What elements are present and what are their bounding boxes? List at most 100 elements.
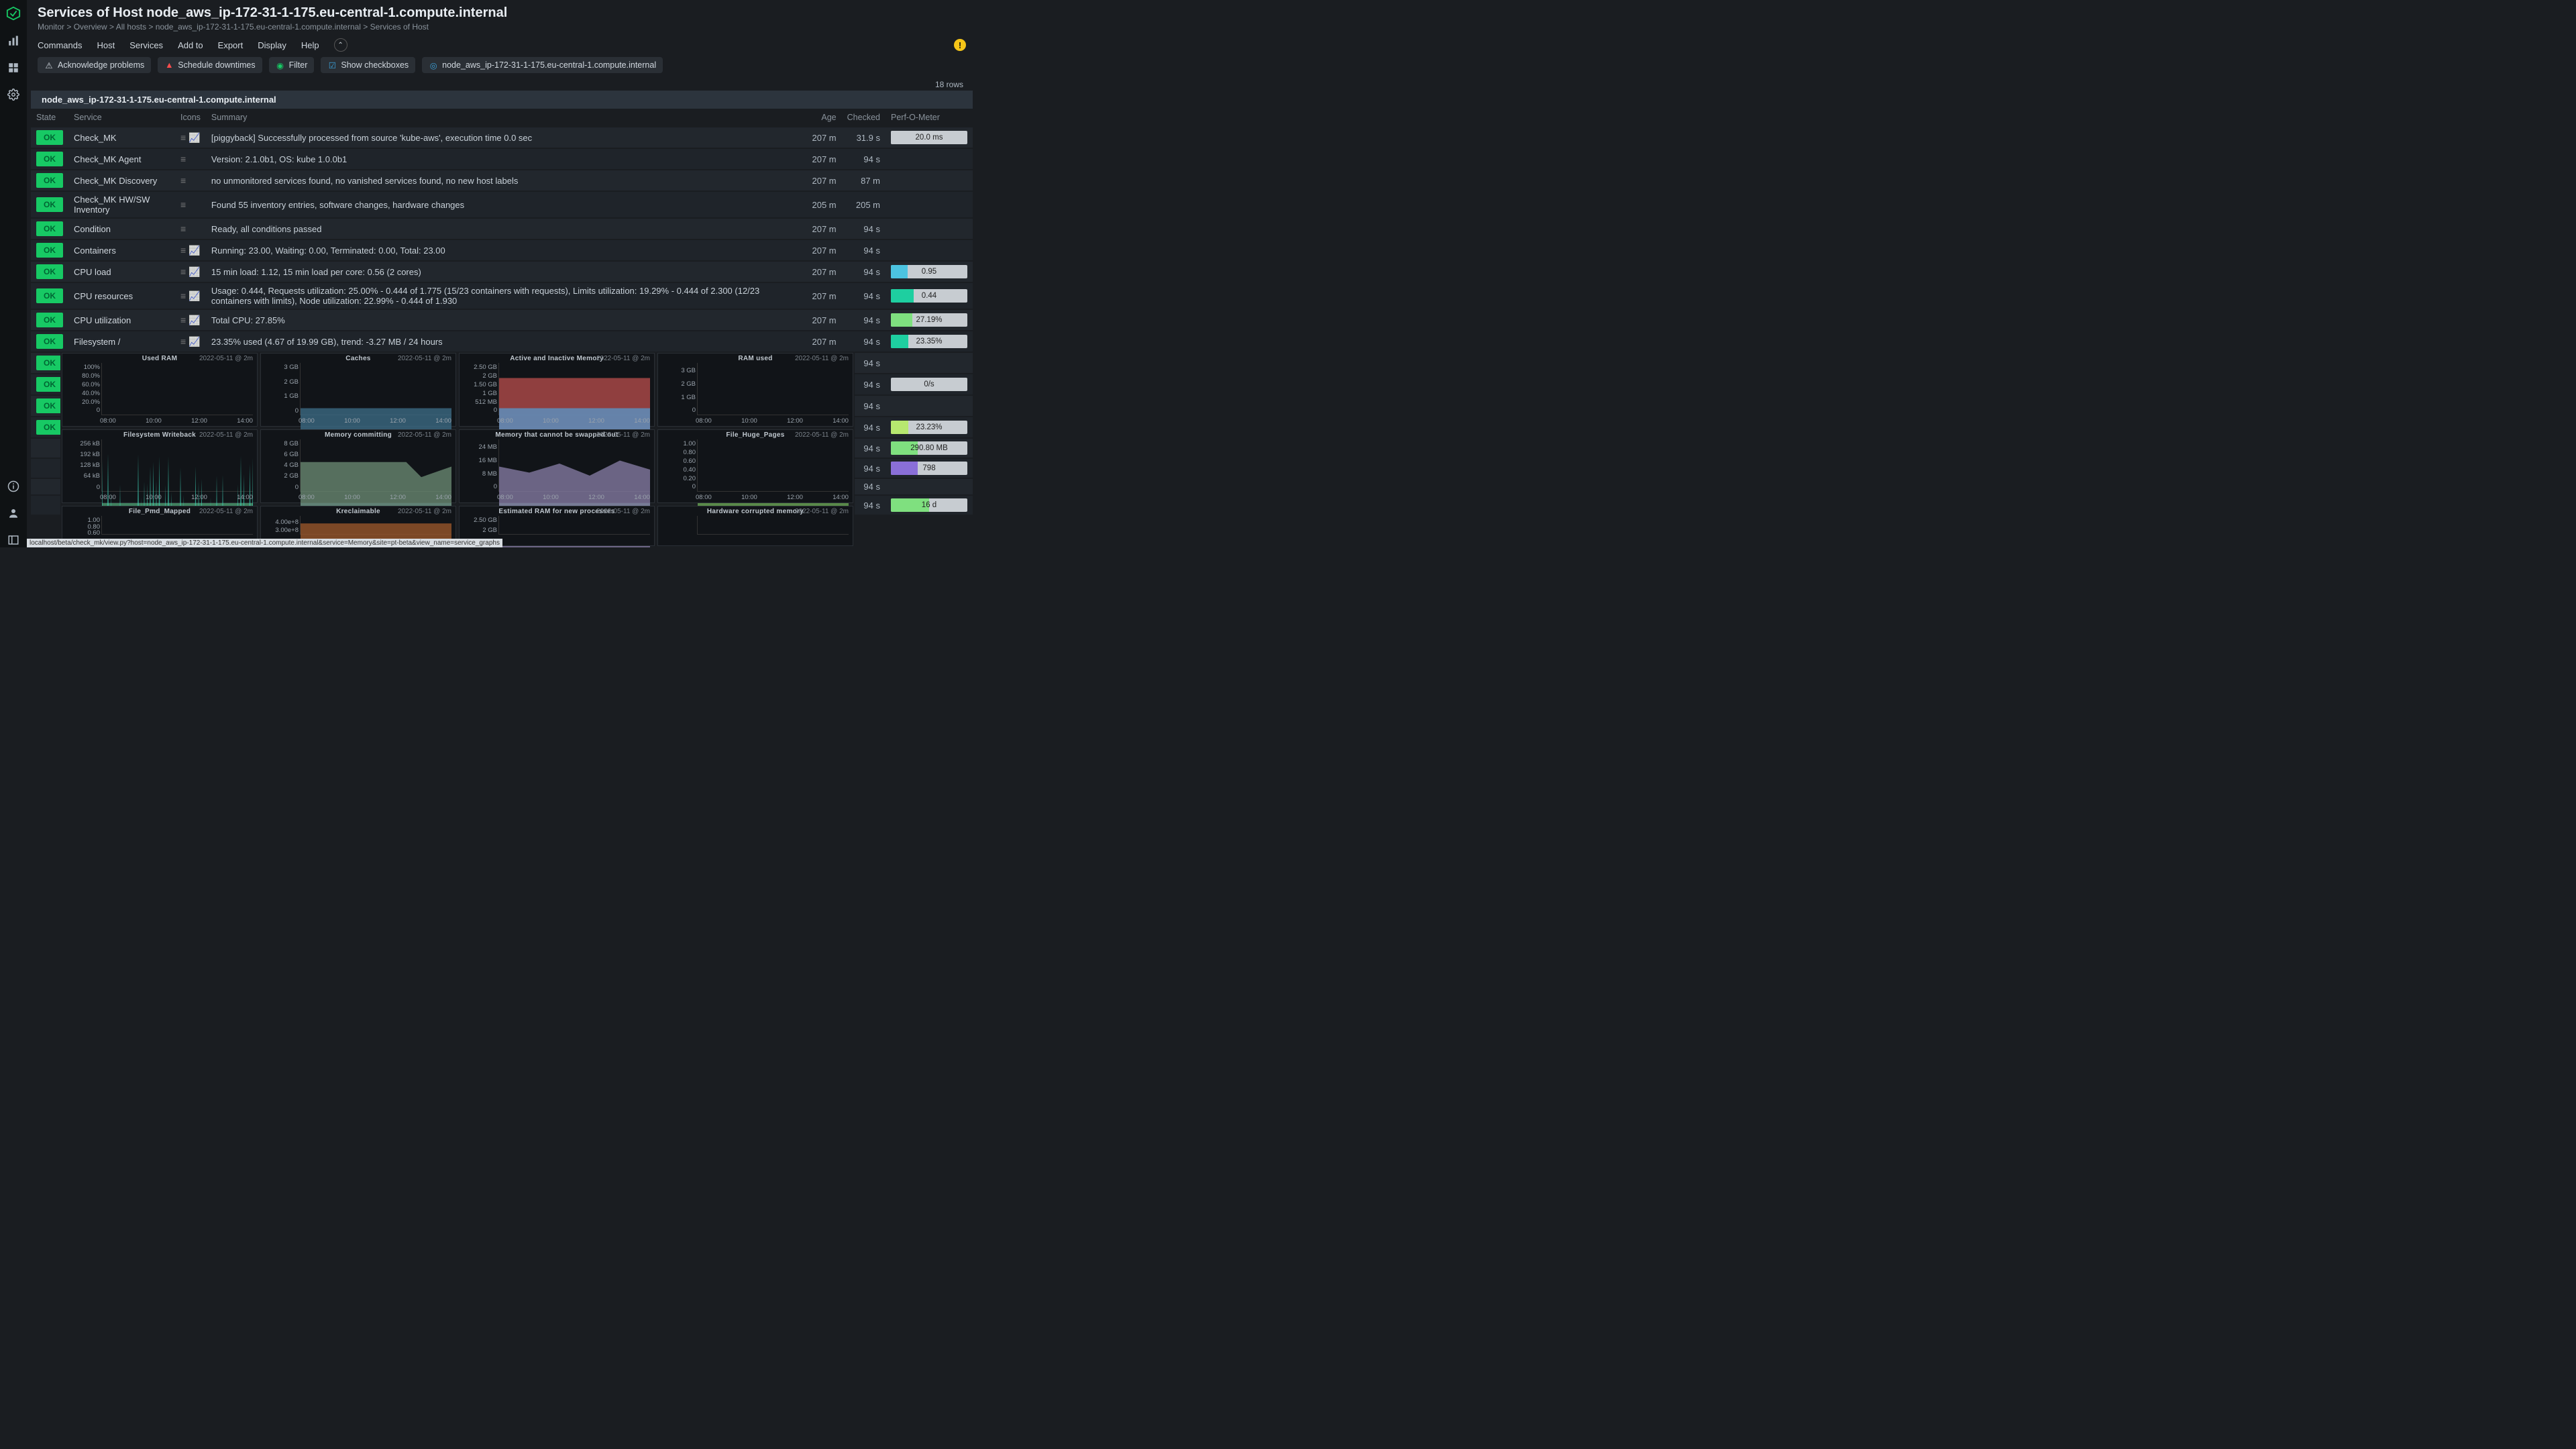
customize-icon[interactable] xyxy=(6,60,21,75)
service-link[interactable]: Containers xyxy=(74,246,116,256)
col-age[interactable]: Age xyxy=(807,109,842,127)
perf-o-meter[interactable]: 290.80 MB xyxy=(891,441,967,455)
breadcrumb-item[interactable]: node_aws_ip-172-31-1-175.eu-central-1.co… xyxy=(156,22,361,32)
summary-text: Usage: 0.444, Requests utilization: 25.0… xyxy=(206,282,807,309)
action-menu-icon[interactable]: ≡ xyxy=(180,175,186,186)
col-checked[interactable]: Checked xyxy=(842,109,885,127)
info-icon[interactable] xyxy=(6,479,21,494)
state-badge: OK xyxy=(36,173,63,188)
user-icon[interactable] xyxy=(6,506,21,521)
perf-o-meter[interactable]: 0.95 xyxy=(891,265,967,278)
action-menu-icon[interactable]: ≡ xyxy=(180,336,186,347)
summary-text: 15 min load: 1.12, 15 min load per core:… xyxy=(206,261,807,282)
schedule-downtimes-button[interactable]: ▲Schedule downtimes xyxy=(158,57,262,73)
graph-timestamp: 2022-05-11 @ 2m xyxy=(596,431,650,439)
graph-icon[interactable]: 📈 xyxy=(189,336,200,347)
graph-card[interactable]: Active and Inactive Memory2022-05-11 @ 2… xyxy=(459,353,655,427)
summary-text: Version: 2.1.0b1, OS: kube 1.0.0b1 xyxy=(206,148,807,170)
ack-label: Acknowledge problems xyxy=(58,60,144,70)
graph-icon[interactable]: 📈 xyxy=(189,315,200,326)
perf-o-meter[interactable]: 16 d xyxy=(891,498,967,512)
menu-export[interactable]: Export xyxy=(218,40,244,50)
summary-text: Running: 23.00, Waiting: 0.00, Terminate… xyxy=(206,239,807,261)
action-menu-icon[interactable]: ≡ xyxy=(180,315,186,325)
action-menu-icon[interactable]: ≡ xyxy=(180,245,186,256)
table-row: OKFilesystem /≡📈23.35% used (4.67 of 19.… xyxy=(31,331,973,352)
graph-timestamp: 2022-05-11 @ 2m xyxy=(398,431,451,439)
graph-card[interactable]: Filesystem Writeback2022-05-11 @ 2m256 k… xyxy=(62,429,258,503)
checked-value: 94 s xyxy=(842,331,885,352)
sidebar-toggle-icon[interactable] xyxy=(6,533,21,547)
service-link[interactable]: Check_MK HW/SW Inventory xyxy=(74,195,150,215)
checked-value: 94 s xyxy=(842,282,885,309)
perf-o-meter[interactable]: 0.44 xyxy=(891,289,967,303)
menu-add-to[interactable]: Add to xyxy=(178,40,203,50)
menu-commands[interactable]: Commands xyxy=(38,40,82,50)
service-link[interactable]: Check_MK Agent xyxy=(74,154,141,164)
filter-label: Filter xyxy=(289,60,308,70)
service-link[interactable]: Condition xyxy=(74,224,111,234)
show-checkboxes-button[interactable]: ☑Show checkboxes xyxy=(321,57,415,73)
logo-icon xyxy=(5,5,21,21)
setup-icon[interactable] xyxy=(6,87,21,102)
graph-icon[interactable]: 📈 xyxy=(189,245,200,256)
action-menu-icon[interactable]: ≡ xyxy=(180,154,186,164)
alert-badge-icon[interactable]: ! xyxy=(954,39,966,51)
service-link[interactable]: Filesystem / xyxy=(74,337,120,347)
table-row: OKCheck_MK HW/SW Inventory≡Found 55 inve… xyxy=(31,191,973,218)
perf-o-meter[interactable]: 20.0 ms xyxy=(891,131,967,144)
breadcrumb-item[interactable]: Overview xyxy=(74,22,107,32)
collapse-caret-icon[interactable]: ⌃ xyxy=(334,38,347,52)
graph-card[interactable]: Caches2022-05-11 @ 2m3 GB2 GB1 GB008:001… xyxy=(260,353,456,427)
menu-host[interactable]: Host xyxy=(97,40,115,50)
breadcrumb-item[interactable]: All hosts xyxy=(116,22,146,32)
perf-o-meter[interactable]: 23.35% xyxy=(891,335,967,348)
action-menu-icon[interactable]: ≡ xyxy=(180,266,186,277)
host-banner: node_aws_ip-172-31-1-175.eu-central-1.co… xyxy=(31,91,973,109)
perf-o-meter[interactable]: 798 xyxy=(891,462,967,475)
monitor-icon[interactable] xyxy=(6,34,21,48)
breadcrumb-item[interactable]: Monitor xyxy=(38,22,64,32)
col-summary[interactable]: Summary xyxy=(206,109,807,127)
graph-card[interactable]: Memory committing2022-05-11 @ 2m8 GB6 GB… xyxy=(260,429,456,503)
action-bar: ⚠Acknowledge problems ▲Schedule downtime… xyxy=(27,57,977,78)
col-icons[interactable]: Icons xyxy=(175,109,206,127)
menu-help[interactable]: Help xyxy=(301,40,319,50)
graph-card[interactable]: File_Huge_Pages2022-05-11 @ 2m1.000.800.… xyxy=(657,429,853,503)
action-menu-icon[interactable]: ≡ xyxy=(180,199,186,210)
perf-o-meter[interactable]: 23.23% xyxy=(891,421,967,434)
graph-card[interactable]: Hardware corrupted memory2022-05-11 @ 2m xyxy=(657,506,853,546)
checked-value: 94 s xyxy=(842,148,885,170)
graph-timestamp: 2022-05-11 @ 2m xyxy=(199,508,253,515)
service-link[interactable]: Check_MK Discovery xyxy=(74,176,157,186)
age-value: 207 m xyxy=(807,170,842,191)
perf-o-meter[interactable]: 0/s xyxy=(891,378,967,391)
action-menu-icon[interactable]: ≡ xyxy=(180,132,186,143)
col-state[interactable]: State xyxy=(31,109,68,127)
menu-display[interactable]: Display xyxy=(258,40,286,50)
summary-text: Found 55 inventory entries, software cha… xyxy=(206,191,807,218)
service-link[interactable]: Check_MK xyxy=(74,133,117,143)
breadcrumb-item[interactable]: Services of Host xyxy=(370,22,429,32)
graph-icon[interactable]: 📈 xyxy=(189,132,200,144)
graph-card[interactable]: Memory that cannot be swapped out2022-05… xyxy=(459,429,655,503)
graph-icon[interactable]: 📈 xyxy=(189,290,200,302)
service-link[interactable]: CPU utilization xyxy=(74,315,131,325)
service-link[interactable]: CPU resources xyxy=(74,291,133,301)
acknowledge-problems-button[interactable]: ⚠Acknowledge problems xyxy=(38,57,151,73)
action-menu-icon[interactable]: ≡ xyxy=(180,223,186,234)
col-service[interactable]: Service xyxy=(68,109,175,127)
service-link[interactable]: CPU load xyxy=(74,267,111,277)
filter-button[interactable]: ◉Filter xyxy=(269,57,315,73)
graph-card[interactable]: Used RAM2022-05-11 @ 2m100%80.0%60.0%40.… xyxy=(62,353,258,427)
graph-card[interactable]: RAM used2022-05-11 @ 2m3 GB2 GB1 GB008:0… xyxy=(657,353,853,427)
graph-icon[interactable]: 📈 xyxy=(189,266,200,278)
menu-services[interactable]: Services xyxy=(129,40,163,50)
perf-o-meter[interactable]: 27.19% xyxy=(891,313,967,327)
state-badge: OK xyxy=(36,288,63,303)
col-perf[interactable]: Perf-O-Meter xyxy=(885,109,973,127)
host-link-button[interactable]: ◎node_aws_ip-172-31-1-175.eu-central-1.c… xyxy=(422,57,663,73)
table-row: OKCondition≡Ready, all conditions passed… xyxy=(31,218,973,239)
action-menu-icon[interactable]: ≡ xyxy=(180,290,186,301)
summary-text: [piggyback] Successfully processed from … xyxy=(206,127,807,148)
